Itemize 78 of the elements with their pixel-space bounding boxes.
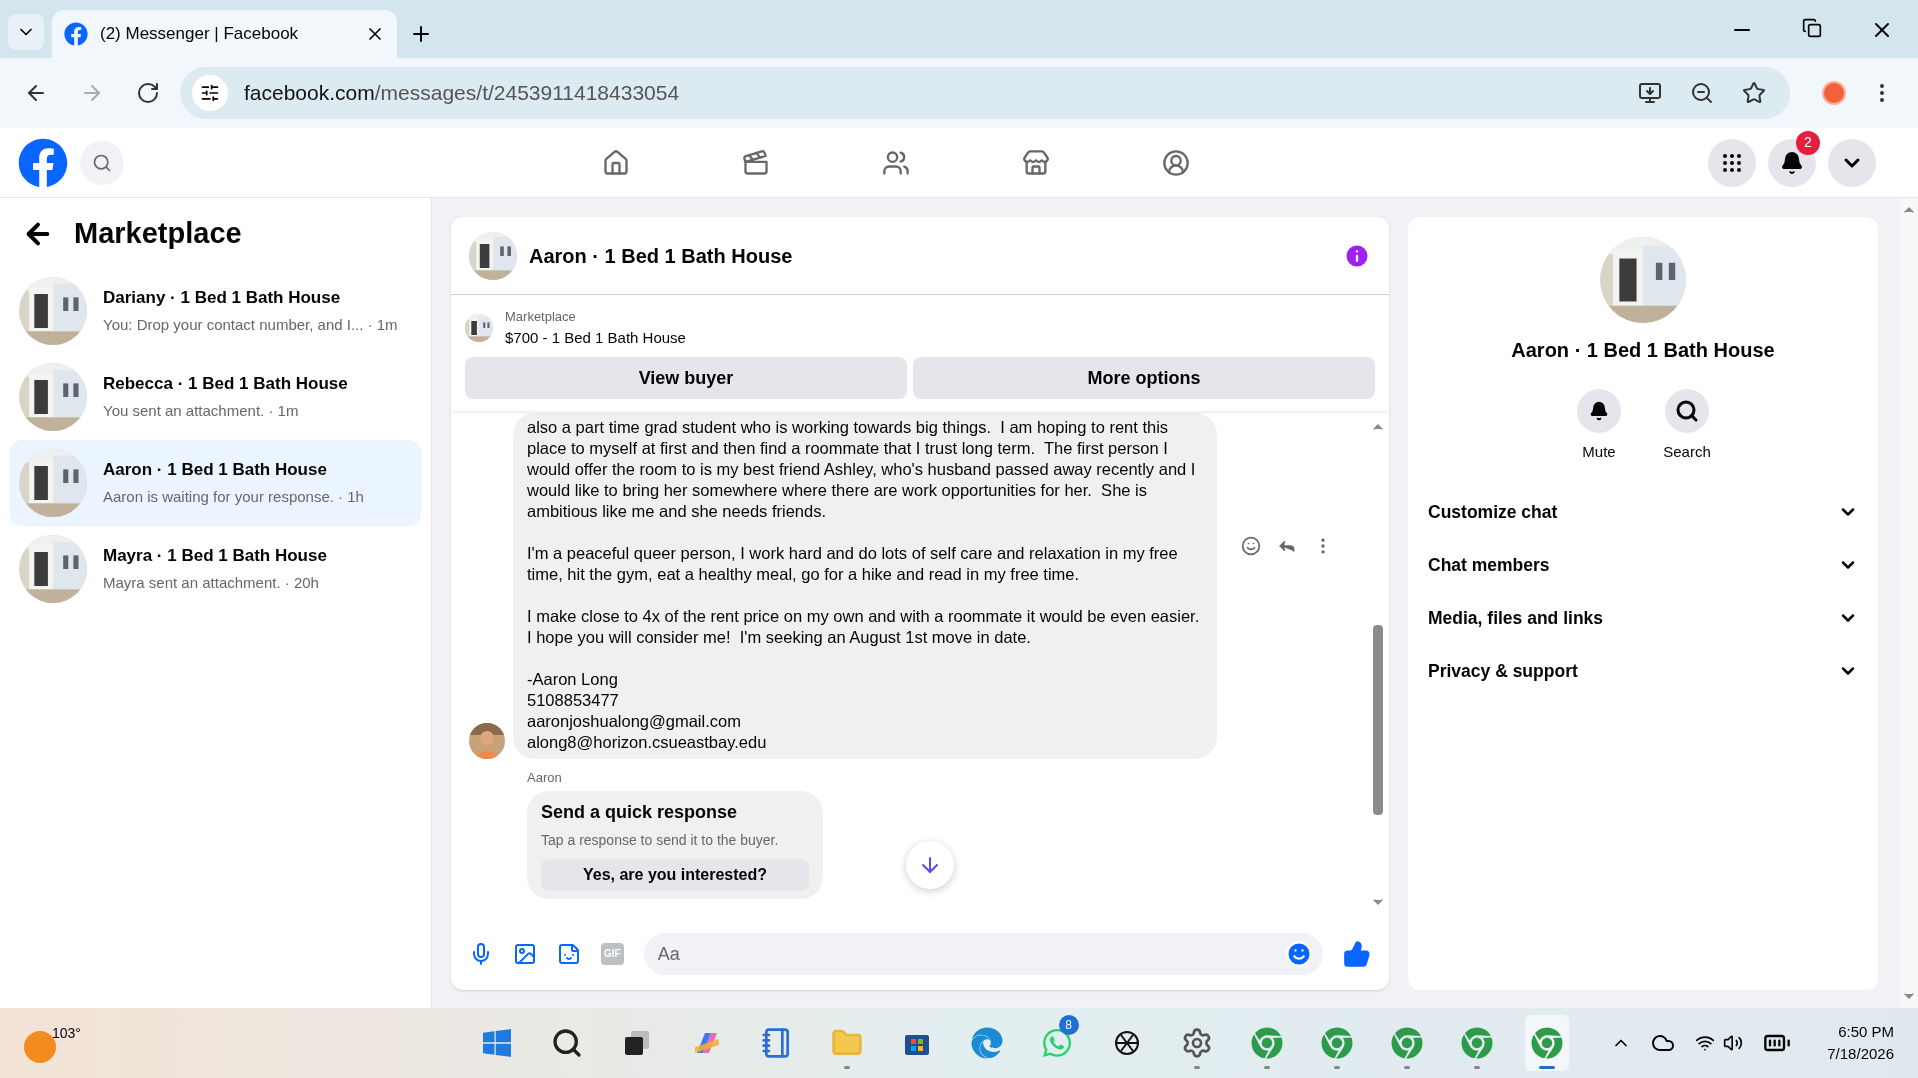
site-info-icon[interactable] [192,75,228,111]
browser-tab[interactable]: (2) Messenger | Facebook [52,10,397,58]
listing-title: $700 - 1 Bed 1 Bath House [505,327,686,348]
app-badge: 8 [1058,1015,1079,1035]
bell-icon [1780,150,1804,175]
message-text: I'm a peaceful queer person, I work hard and do lots of self care and relaxation in my free time, hit the gym, eat a healthy meal, go for a hike and read in my free time. [527,543,1179,585]
chrome-icon[interactable] [1460,1027,1493,1059]
friends-icon[interactable] [882,148,910,177]
chrome-icon[interactable] [1390,1027,1423,1059]
contact-name: Aaron · 1 Bed 1 Bath House [1511,338,1775,363]
install-icon[interactable] [1638,81,1662,105]
conversation-preview: Mayra sent an attachment. · 20h [103,572,320,593]
chat-title: Aaron · 1 Bed 1 Bath House [529,243,793,269]
quick-response-subtitle: Tap a response to send it to the buyer. [541,831,780,850]
chrome-icon[interactable] [1320,1027,1353,1059]
section-header[interactable]: Privacy & support [1426,644,1860,698]
listing-label: Marketplace [505,308,577,326]
message-text: also a part time grad student who is working towards big things. I am hoping to rent this place to myself at first and then find a roommate that I trust long term. The first person I would offer the room to is my best friend Ashley, who's husband passed away recently and I would like to bring her somewhere where there are work opportunities for her. She is ambitious like me and she needs friends. [527,417,1197,522]
conversation-name: Rebecca · 1 Bed 1 Bath House [103,373,348,395]
quick-reply-button[interactable]: Yes, are you interested? [541,859,809,891]
reload-icon[interactable] [136,81,160,105]
groups-icon[interactable] [1162,148,1190,177]
conversation-preview: Aaron is waiting for your response. · 1h [103,486,364,507]
clock-time[interactable]: 6:50 PM [1838,1020,1894,1043]
restore-icon[interactable] [1802,18,1822,38]
message-input[interactable]: Aa [643,933,1323,975]
quick-response-title: Send a quick response [541,801,739,824]
address-field[interactable]: facebook.com/messages/t/2453911418433054 [180,67,1790,119]
like-icon[interactable] [1343,940,1371,968]
taskbar-app[interactable]: 8 [1034,1015,1079,1071]
listing-action-button[interactable]: More options [913,357,1375,399]
conversation-preview: You sent an attachment. · 1m [103,400,300,421]
bookmark-icon[interactable] [1742,81,1766,105]
listing-action-button[interactable]: View buyer [465,357,907,399]
notifications-button[interactable] [1768,138,1816,187]
whatsapp-icon[interactable] [1040,1027,1073,1059]
bell-icon [1589,401,1609,421]
sidebar-title: Marketplace [74,216,242,251]
conversation-item[interactable]: Aaron · 1 Bed 1 Bath House Aaron is waiting for your response. · 1h [10,439,421,526]
facebook-icon [64,22,88,46]
home-icon[interactable] [602,148,630,177]
sticker-icon[interactable] [557,942,581,966]
react-icon[interactable] [1241,536,1261,556]
conversation-name: Aaron · 1 Bed 1 Bath House [103,459,328,481]
section-header[interactable]: Customize chat [1426,485,1860,539]
search-icon [92,152,112,173]
conversation-name: Dariany · 1 Bed 1 Bath House [103,287,342,309]
chrome-icon[interactable] [1250,1027,1283,1059]
marketplace-icon[interactable] [1022,148,1050,177]
url-text: facebook.com/messages/t/2453911418433054 [244,80,681,107]
tab-title: (2) Messenger | Facebook [100,23,300,46]
search-icon [1675,399,1699,423]
video-icon[interactable] [742,148,770,177]
wifi-icon[interactable] [1695,1033,1716,1053]
zoom-icon[interactable] [1690,81,1714,105]
account-button[interactable] [1828,138,1876,187]
scrollbar-thumb[interactable] [1373,625,1383,815]
edge-icon[interactable] [970,1027,1003,1059]
search-icon[interactable] [550,1027,583,1059]
conversation-preview: You: Drop your contact number, and I... · 1m [103,314,398,335]
conversation-name: Mayra · 1 Bed 1 Bath House [103,545,327,567]
volume-icon[interactable] [1723,1033,1744,1053]
weather-widget[interactable]: 103° [24,1023,424,1063]
sender-name: Aaron [527,770,562,785]
message-text: I make close to 4x of the rent price on my own and with a roommate it would be even easier. I hope you will consider me! I'm seeking an August 1st move in date. [527,606,1201,648]
notification-count: 2 [1796,130,1820,155]
chrome-icon[interactable] [1530,1027,1563,1059]
section-header[interactable]: Chat members [1426,538,1860,592]
facebook-logo[interactable] [18,137,68,188]
message-text: -Aaron Long 5108853477 aaronjoshualong@gmail.com along8@horizon.csueastbay.edu [527,669,768,753]
search-button[interactable] [80,140,124,185]
image-icon[interactable] [513,942,537,966]
windows-icon[interactable] [480,1027,513,1059]
clock-date[interactable]: 7/18/2026 [1827,1043,1894,1066]
extension-icon[interactable] [1822,81,1846,105]
scroll-to-bottom-button[interactable] [906,841,954,889]
menu-button[interactable] [1708,138,1756,187]
section-header[interactable]: Media, files and links [1426,591,1860,645]
